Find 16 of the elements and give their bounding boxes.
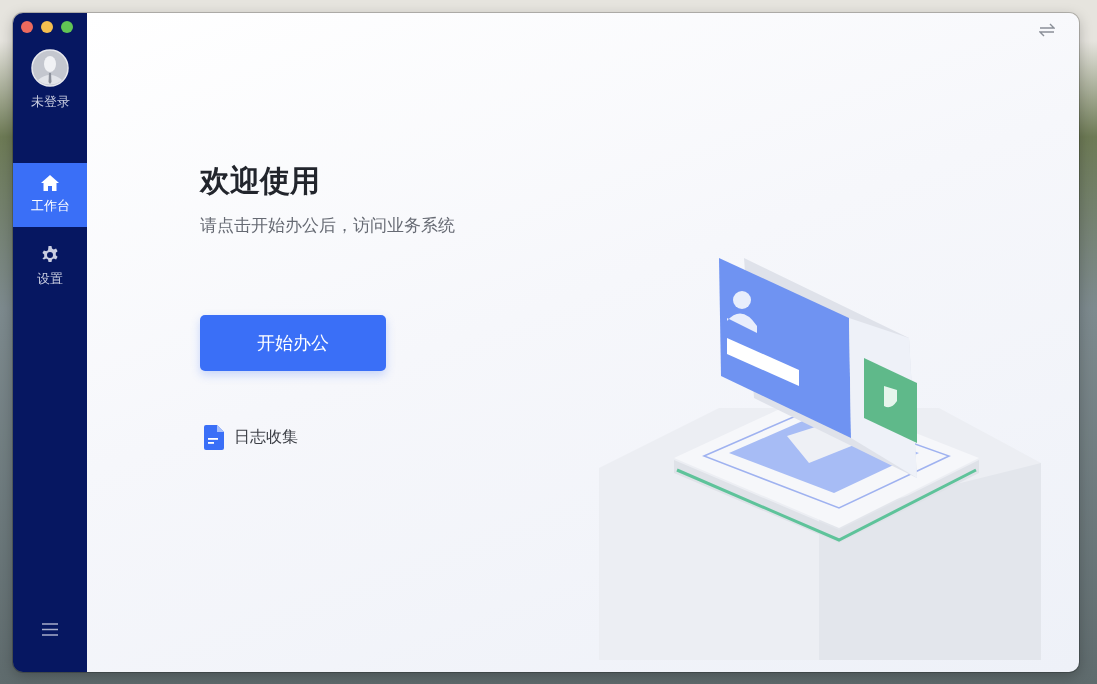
start-work-button[interactable]: 开始办公 xyxy=(200,315,386,371)
minimize-button[interactable] xyxy=(41,21,53,33)
welcome-title: 欢迎使用 xyxy=(200,162,320,200)
nav-item[interactable]: 工作台 xyxy=(13,163,87,227)
avatar-icon[interactable] xyxy=(31,49,69,87)
swap-icon[interactable] xyxy=(1039,23,1055,37)
settings-icon xyxy=(41,246,59,264)
zoom-button[interactable] xyxy=(61,21,73,33)
close-button[interactable] xyxy=(21,21,33,33)
home-icon xyxy=(41,175,59,191)
welcome-subtitle: 请点击开始办公后，访问业务系统 xyxy=(200,214,455,237)
log-collection-link[interactable]: 日志收集 xyxy=(234,427,298,448)
nav-item[interactable]: 设置 xyxy=(13,235,87,299)
document-icon[interactable] xyxy=(204,425,224,450)
login-status: 未登录 xyxy=(30,93,70,111)
menu-icon[interactable] xyxy=(42,623,58,636)
